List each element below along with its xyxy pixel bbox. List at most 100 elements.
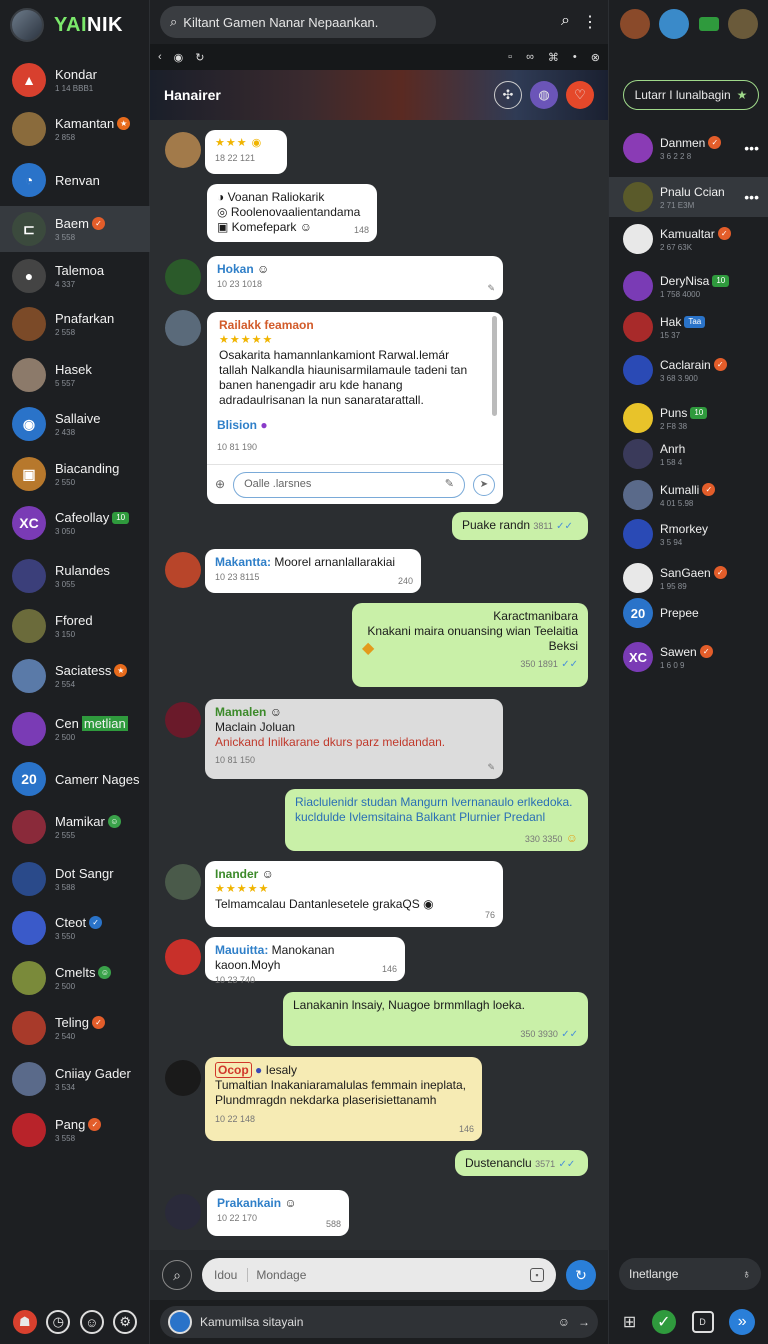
contact-item[interactable]: Rmorkey 3 5 94 bbox=[609, 514, 768, 554]
message-bubble[interactable]: Mauuitta: Manokanan kaoon.Moyh 10 23 740… bbox=[205, 937, 405, 985]
user-avatar[interactable] bbox=[10, 8, 44, 42]
message-bubble[interactable]: Hokan ☺ 10 23 1018 ✎ bbox=[207, 256, 503, 300]
message-bubble[interactable]: Makantta: Moorel arnanlallarakiai 10 23 … bbox=[205, 549, 421, 593]
pen-icon[interactable]: ✎ bbox=[445, 477, 454, 492]
scrollbar[interactable] bbox=[492, 316, 497, 416]
sidebar-item[interactable]: XC Cafeollay 10 3 050 bbox=[0, 500, 150, 546]
back-arrow-icon[interactable]: ‹ bbox=[158, 51, 162, 63]
sidebar-item[interactable]: 20 Camerr Nages bbox=[0, 756, 150, 802]
sidebar-item[interactable]: Ffored 3 150 bbox=[0, 603, 150, 649]
sidebar-item[interactable]: Cmelts ☺ 2 500 bbox=[0, 955, 150, 1001]
message-bubble[interactable]: Inander ☺ ★★★★★ Telmamcalau Dantanlesete… bbox=[205, 861, 503, 927]
join-button[interactable]: Lutarr I lunalbagin ★ bbox=[623, 80, 759, 110]
contact-item[interactable]: Kamualtar ✓ 2 67 63K bbox=[609, 219, 768, 259]
contact-item[interactable]: SanGaen ✓ 1 95 89 bbox=[609, 558, 768, 598]
contact-item[interactable]: 20 Prepee bbox=[609, 593, 768, 633]
sidebar-item[interactable]: ● Talemoa 4 337 bbox=[0, 253, 150, 299]
eye-icon[interactable]: ◉ bbox=[174, 51, 184, 64]
sender-avatar[interactable] bbox=[165, 1060, 201, 1096]
sender-avatar[interactable] bbox=[165, 702, 201, 738]
close-circle-icon[interactable]: ⊗ bbox=[591, 51, 600, 64]
sender-avatar[interactable] bbox=[165, 1194, 201, 1230]
sidebar-item[interactable]: Hasek 5 557 bbox=[0, 352, 150, 398]
sender-avatar[interactable] bbox=[165, 259, 201, 295]
contact-item[interactable]: Hak Taa 15 37 bbox=[609, 307, 768, 347]
reply-input[interactable]: Oalle .larsnes ✎ bbox=[233, 471, 465, 498]
sidebar-item[interactable]: ◉ Sallaive 2 438 bbox=[0, 401, 150, 447]
status-input[interactable]: Kamumilsa sitayain ☺ → bbox=[160, 1306, 598, 1338]
code-icon[interactable]: ⌘ bbox=[548, 51, 559, 64]
search-input[interactable]: ⌕ Kiltant Gamen Nanar Nepaankan. bbox=[160, 6, 436, 38]
sender-avatar[interactable] bbox=[165, 864, 201, 900]
emoji-icon[interactable]: ☺ bbox=[79, 1310, 104, 1334]
check-icon[interactable]: ✓ bbox=[651, 1310, 676, 1334]
dot-icon[interactable]: • bbox=[573, 51, 577, 64]
attachment-icon[interactable]: ▪ bbox=[530, 1268, 544, 1282]
sender-avatar[interactable] bbox=[165, 552, 201, 588]
window-icon[interactable]: ▫ bbox=[508, 51, 512, 64]
message-bubble-outgoing[interactable]: Dustenanclu 3571 ✓✓ bbox=[455, 1150, 588, 1176]
sidebar-item[interactable]: Dot Sangr 3 588 bbox=[0, 856, 150, 902]
contact-item[interactable]: Danmen ✓ 3 6 2 2 8 ••• bbox=[609, 128, 768, 168]
message-bubble-outgoing[interactable]: Lanakanin lnsaiy, Nuagoe brmmllagh loeka… bbox=[283, 992, 588, 1046]
message-bubble[interactable]: ◑ Voanan Raliokarik ◎ Roolenovaalientand… bbox=[207, 184, 377, 242]
sidebar-item[interactable]: ▲ Kondar 1 14 BBB1 bbox=[0, 57, 150, 103]
contact-item[interactable]: Caclarain ✓ 3 68 3.900 bbox=[609, 350, 768, 390]
contact-item[interactable]: DeryNisa 10 1 758 4000 bbox=[609, 266, 768, 306]
clock-icon[interactable]: ◷ bbox=[46, 1310, 71, 1334]
sidebar-item[interactable]: Saciatess ★ 2 554 bbox=[0, 653, 150, 699]
settings-gear-icon[interactable]: ⚙ bbox=[113, 1310, 138, 1334]
search-icon[interactable]: ⌕ bbox=[162, 1260, 192, 1290]
avatar[interactable] bbox=[619, 9, 650, 39]
more-vertical-icon[interactable]: ⋮ bbox=[582, 12, 598, 32]
sidebar-item[interactable]: Cen metlian 2 500 bbox=[0, 706, 150, 752]
sidebar-item[interactable]: ◔ Renvan bbox=[0, 157, 150, 203]
forward-icon[interactable]: » bbox=[729, 1309, 756, 1335]
search-icon[interactable]: ⌕ bbox=[561, 12, 570, 32]
add-circle-icon[interactable]: ⊕ bbox=[215, 477, 225, 492]
sender-avatar[interactable] bbox=[165, 310, 201, 346]
sidebar-item[interactable]: Rulandes 3 055 bbox=[0, 553, 150, 599]
grid-icon[interactable]: ⊞ bbox=[623, 1312, 636, 1332]
emoji-icon[interactable]: ☺ bbox=[558, 1315, 570, 1329]
link-icon[interactable]: ∞ bbox=[526, 51, 534, 64]
gamepad-icon[interactable]: ✣ bbox=[494, 81, 522, 109]
more-options-icon[interactable]: ••• bbox=[744, 140, 759, 156]
contact-item[interactable]: XC Sawen ✓ 1 6 0 9 bbox=[609, 637, 768, 677]
sidebar-item[interactable]: ▣ Biacanding 2 550 bbox=[0, 451, 150, 497]
send-icon[interactable]: ➤ bbox=[473, 473, 495, 496]
contact-item[interactable]: Anrh 1 58 4 bbox=[609, 434, 768, 474]
profile-avatar[interactable]: ◍ bbox=[530, 81, 558, 109]
share-icon[interactable]: ↻ bbox=[566, 1260, 596, 1290]
message-bubble[interactable]: Prakankain ☺ 10 22 170 588 bbox=[207, 1190, 349, 1236]
sidebar-item[interactable]: Kamantan ★ 2 858 bbox=[0, 106, 150, 152]
contact-item[interactable]: Pnalu Ccian 2 71 E3M ••• bbox=[609, 177, 768, 217]
contact-item[interactable]: Puns 10 2 F8 38 bbox=[609, 398, 768, 438]
send-arrow-icon[interactable]: → bbox=[578, 1315, 590, 1329]
sidebar-item[interactable]: Cteot ✓ 3 550 bbox=[0, 905, 150, 951]
more-options-icon[interactable]: ••• bbox=[744, 189, 759, 205]
message-bubble-outgoing[interactable]: Karactmanibara Knakani maira onuansing w… bbox=[352, 603, 588, 687]
sidebar-item[interactable]: Mamikar ☺ 2 555 bbox=[0, 804, 150, 850]
sidebar-item[interactable]: Pnafarkan 2 558 bbox=[0, 301, 150, 347]
message-bubble-outgoing[interactable]: Riaclulenidr studan Mangurn Ivernanaulo … bbox=[285, 789, 588, 851]
message-bubble-outgoing[interactable]: Puake randn 3811 ✓✓ bbox=[452, 512, 588, 540]
contact-item[interactable]: Kumalli ✓ 4 01 5.98 bbox=[609, 475, 768, 515]
refresh-icon[interactable]: ↻ bbox=[195, 51, 204, 64]
alert-icon[interactable]: ☗ bbox=[12, 1310, 37, 1334]
right-search-input[interactable]: Inetlange ♁ bbox=[619, 1258, 761, 1290]
sidebar-item[interactable]: Cniiay Gader 3 534 bbox=[0, 1056, 150, 1102]
heart-icon[interactable]: ♡ bbox=[566, 81, 594, 109]
sender-avatar[interactable] bbox=[165, 132, 201, 168]
message-bubble[interactable]: Ocop ● Iesaly Tumaltian Inakaniaramalula… bbox=[205, 1057, 482, 1141]
message-card[interactable]: Railakk feamaon ★★★★★ Osakarita hamannla… bbox=[207, 312, 503, 504]
message-input[interactable]: Idou Mondage ▪ bbox=[202, 1258, 556, 1292]
message-bubble[interactable]: Mamalen ☺ Maclain Joluan Anickand Inilka… bbox=[205, 699, 503, 779]
avatar[interactable] bbox=[728, 9, 759, 39]
sidebar-item[interactable]: Pang ✓ 3 558 bbox=[0, 1107, 150, 1153]
sidebar-item[interactable]: Teling ✓ 2 540 bbox=[0, 1005, 150, 1051]
message-bubble[interactable]: ★★★ ◉ 18 22 121 bbox=[205, 130, 287, 174]
sender-avatar[interactable] bbox=[165, 939, 201, 975]
sidebar-item[interactable]: ⊏ Baem ✓ 3 558 bbox=[0, 206, 150, 252]
avatar[interactable] bbox=[659, 9, 690, 39]
